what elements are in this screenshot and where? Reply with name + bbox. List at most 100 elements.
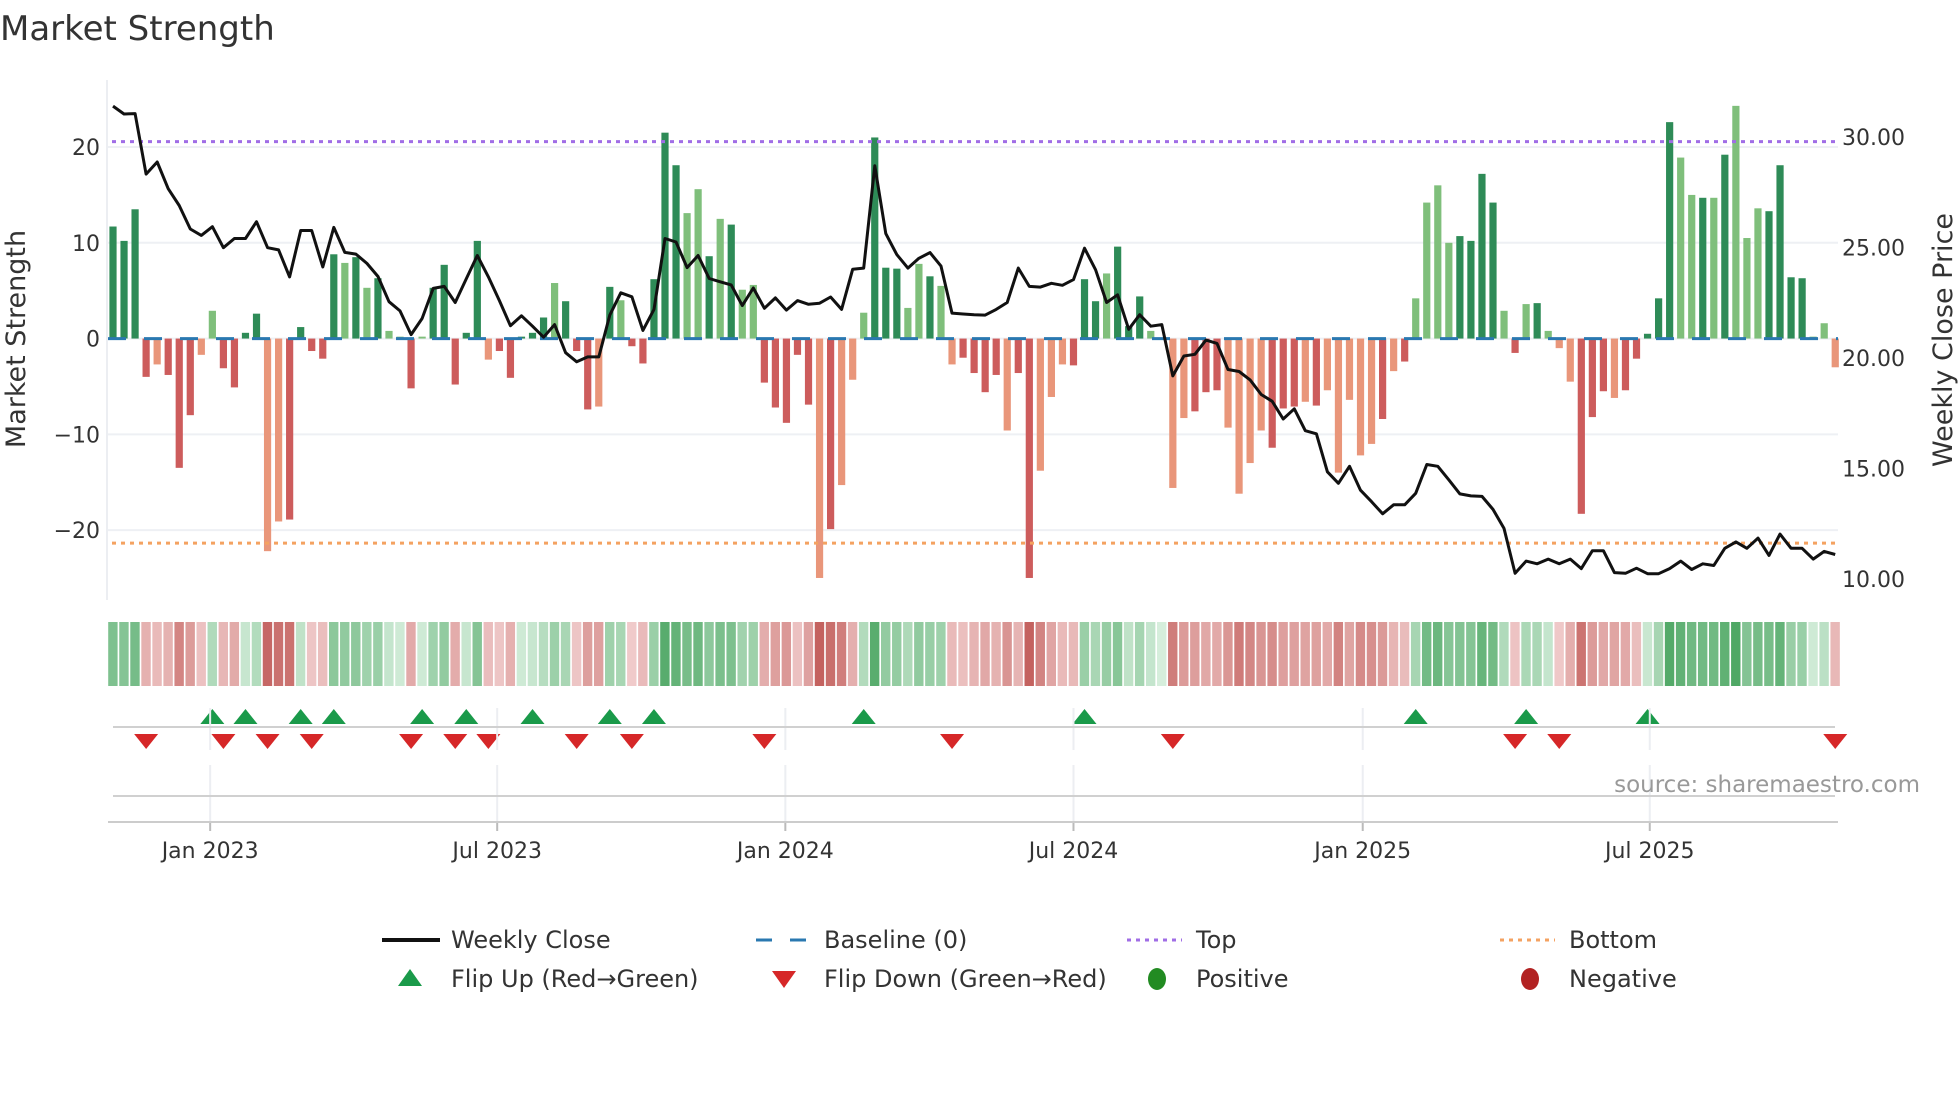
strip-cell [406,622,416,686]
negative-bar [804,338,813,405]
strip-cell [1046,622,1056,686]
flip-down-marker [1160,734,1185,749]
positive-bar [1489,202,1497,339]
negative-bar [263,338,272,552]
strip-cell [693,622,703,686]
strip-cell [1587,622,1597,686]
strip-cell [1289,622,1299,686]
positive-bar [937,285,945,339]
strip-cell [1035,622,1045,686]
x-tick-label: Jul 2023 [450,839,542,864]
strip-cell [1433,622,1443,686]
strip-cell [1609,622,1620,686]
negative-bar [1257,338,1265,431]
flip-down-marker [752,734,777,749]
negative-bar [573,338,581,352]
negative-bar [584,338,592,410]
strip-cell [1764,622,1774,686]
negative-bar [1831,338,1839,368]
strip-cell [494,622,504,686]
strip-cell [1201,622,1211,686]
strip-cell [936,622,946,686]
positive-bar [374,278,382,339]
negative-bar [407,338,415,389]
legend: Weekly Close Baseline (0) Top Bottom Flip Up… [382,926,1677,993]
strip-cell [527,622,538,686]
strip-cell [174,622,184,686]
strip-cell [317,622,328,686]
strip-cell [295,622,306,686]
strip-cell [770,622,780,686]
flip-down-marker [940,734,965,749]
strip-cell [792,622,803,686]
positive-bar [1434,185,1442,339]
positive-bar [440,264,448,339]
strip-cell [825,622,836,686]
negative-bar [1301,338,1309,402]
strip-cell [1786,622,1796,686]
negative-bar [308,338,316,352]
strip-cell [1366,622,1377,686]
negative-bar [981,338,989,393]
strip-cell [1521,622,1531,686]
positive-bar [1080,279,1089,339]
strip-cell [1234,622,1244,686]
y-tick-label: 10 [72,232,100,257]
strip-cell [1355,622,1366,686]
strip-cell [803,622,814,686]
strip-cell [1134,622,1145,686]
strength-heat-strip [108,622,1840,686]
strip-cell [1322,622,1332,686]
negative-bar [1246,338,1254,464]
negative-bar [1588,338,1596,418]
negative-bar [1577,338,1585,514]
strip-cell [958,622,968,686]
legend-label: Top [1195,926,1237,954]
strip-cell [1455,622,1465,686]
positive-bar [926,276,934,339]
strip-cell [1830,622,1840,686]
strip-cell [362,622,372,686]
strip-cell [185,622,195,686]
negative-bar [1390,338,1398,372]
strip-cell [991,622,1001,686]
negative-bar [992,338,1000,375]
strip-cell [627,622,637,686]
strip-cell [1267,622,1277,686]
strip-cell [1642,622,1653,686]
positive-bar [1677,157,1685,339]
legend-label: Flip Down (Green→Red) [824,965,1107,993]
y2-axis-label: Weekly Close Price [1928,213,1959,467]
negative-bar [1632,338,1641,359]
positive-bar [617,300,625,339]
positive-bar [120,240,128,339]
strip-cell [1344,622,1355,686]
negative-bar [1036,338,1044,471]
negative-bar [451,338,459,385]
y2-tick-label: 10.00 [1842,568,1905,593]
positive-bar [1820,323,1828,339]
positive-bar [1500,310,1508,339]
negative-bar [1334,338,1343,473]
flip-down-marker [255,734,280,749]
strip-cell [461,622,471,686]
strip-cell [163,622,173,686]
positive-bar [1655,298,1663,339]
negative-bar [1058,338,1067,365]
flip-up-marker [641,709,666,724]
negative-bar [1367,338,1376,444]
strip-cell [1002,622,1012,686]
flip-down-marker [619,734,644,749]
positive-bar [1721,154,1729,339]
strip-cell [108,622,118,686]
negative-bar [1401,338,1409,362]
strip-cell [1057,622,1068,686]
positive-bar [705,256,713,339]
strip-cell [1157,622,1167,686]
flip-up-marker [321,709,346,724]
positive-bar [915,263,923,339]
strip-cell [472,622,482,686]
strip-cell [549,622,560,686]
strip-cell [638,622,648,686]
strip-cell [858,622,869,686]
